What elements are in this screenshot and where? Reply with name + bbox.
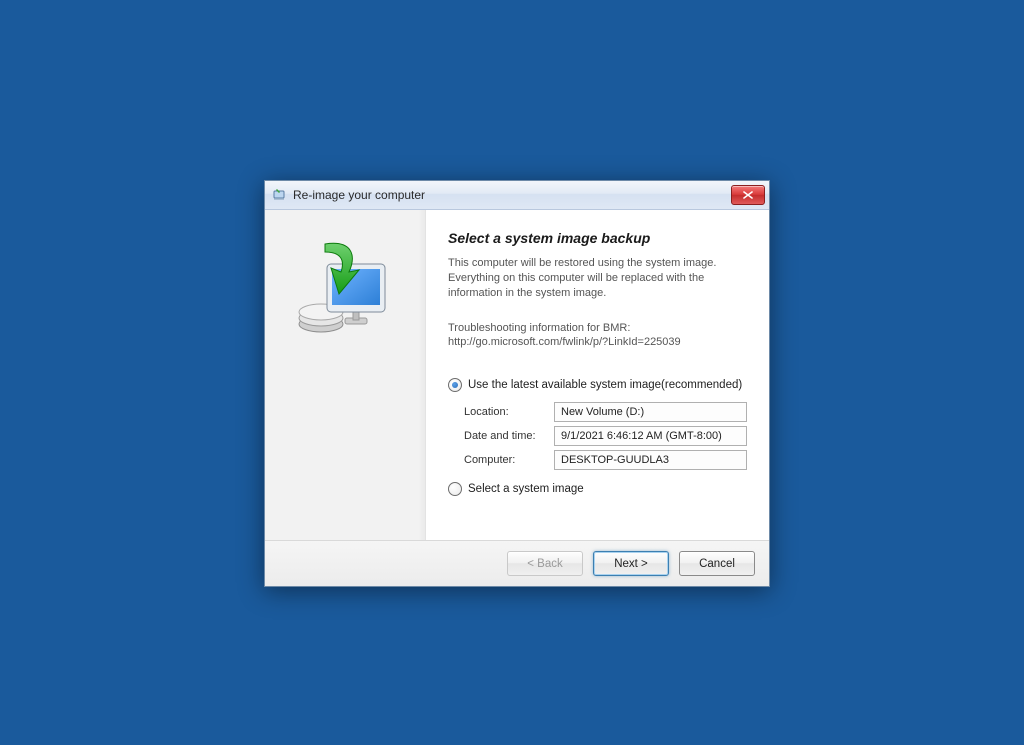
reimage-dialog: Re-image your computer — [264, 180, 770, 587]
window-title: Re-image your computer — [293, 188, 725, 202]
computer-value: DESKTOP-GUUDLA3 — [554, 450, 747, 470]
datetime-value: 9/1/2021 6:46:12 AM (GMT-8:00) — [554, 426, 747, 446]
cancel-button[interactable]: Cancel — [679, 551, 755, 576]
titlebar[interactable]: Re-image your computer — [265, 181, 769, 210]
radio-icon — [448, 482, 462, 496]
wizard-sidebar — [265, 210, 426, 540]
detail-row-datetime: Date and time: 9/1/2021 6:46:12 AM (GMT-… — [464, 426, 747, 446]
window-icon — [271, 187, 287, 203]
radio-icon — [448, 378, 462, 392]
restore-illustration-icon — [285, 238, 405, 540]
radio-select-image-label: Select a system image — [468, 483, 584, 495]
troubleshoot-label: Troubleshooting information for BMR: — [448, 322, 630, 334]
radio-select-image[interactable]: Select a system image — [448, 482, 747, 496]
dialog-body: Select a system image backup This comput… — [265, 210, 769, 540]
radio-use-latest-label: Use the latest available system image(re… — [468, 379, 742, 391]
troubleshoot-link: http://go.microsoft.com/fwlink/p/?LinkId… — [448, 336, 681, 348]
detail-row-location: Location: New Volume (D:) — [464, 402, 747, 422]
next-button[interactable]: Next > — [593, 551, 669, 576]
back-button: < Back — [507, 551, 583, 576]
wizard-content: Select a system image backup This comput… — [426, 210, 769, 540]
detail-row-computer: Computer: DESKTOP-GUUDLA3 — [464, 450, 747, 470]
page-description: This computer will be restored using the… — [448, 256, 747, 301]
location-value: New Volume (D:) — [554, 402, 747, 422]
troubleshoot-info: Troubleshooting information for BMR: htt… — [448, 321, 747, 351]
latest-image-details: Location: New Volume (D:) Date and time:… — [464, 402, 747, 470]
page-heading: Select a system image backup — [448, 230, 747, 246]
radio-use-latest[interactable]: Use the latest available system image(re… — [448, 378, 747, 392]
computer-label: Computer: — [464, 454, 554, 466]
datetime-label: Date and time: — [464, 430, 554, 442]
location-label: Location: — [464, 406, 554, 418]
wizard-footer: < Back Next > Cancel — [265, 540, 769, 586]
close-button[interactable] — [731, 185, 765, 205]
